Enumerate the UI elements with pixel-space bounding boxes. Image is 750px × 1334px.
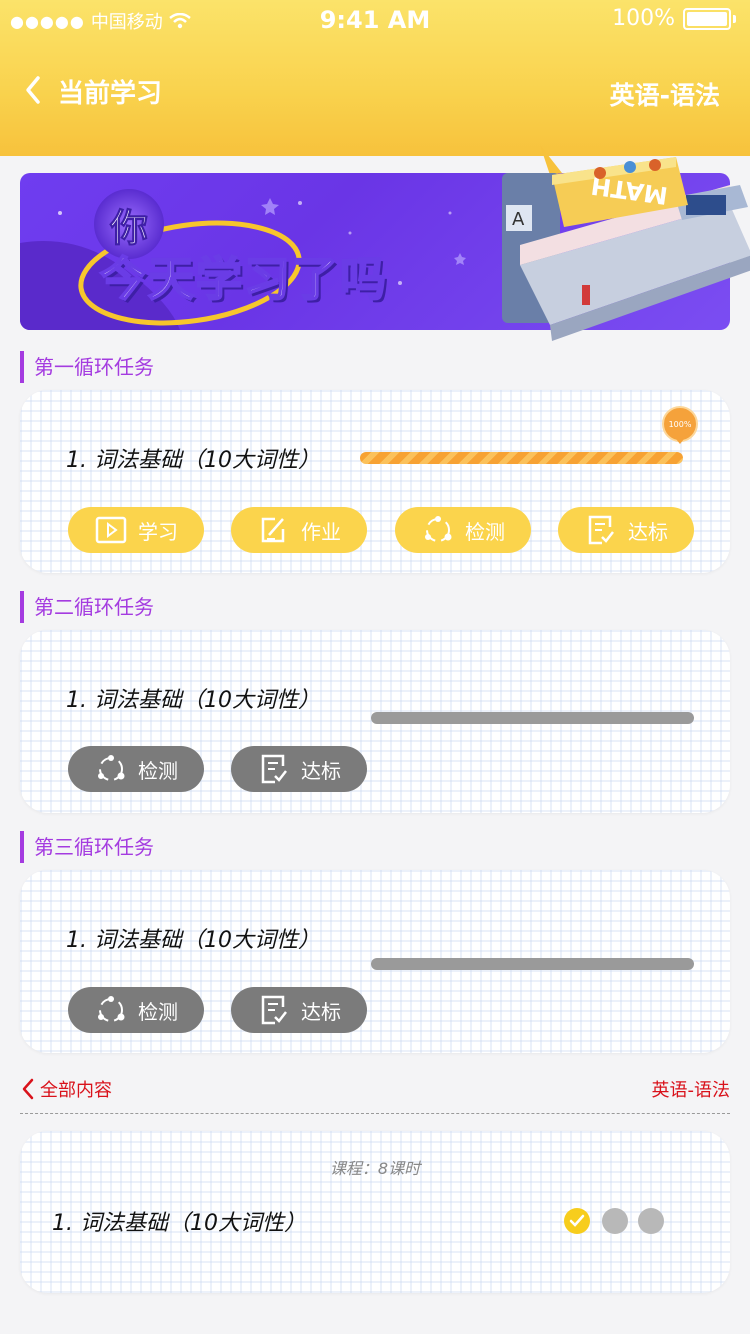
all-content-subject[interactable]: 英语-语法 (652, 1076, 731, 1102)
page-title: 当前学习 (58, 79, 163, 109)
study-button-label: 学习 (138, 519, 178, 544)
pass-button[interactable]: 达标 (558, 507, 694, 553)
checklist-icon (261, 995, 287, 1025)
subject-label[interactable]: 英语-语法 (610, 76, 720, 112)
battery-info: 100% (612, 6, 736, 31)
play-icon (95, 516, 127, 544)
promo-banner: 你 今天学习了吗 A MATH (20, 145, 750, 341)
cycle-test-icon (98, 996, 125, 1022)
status-pending-icon (602, 1208, 628, 1234)
progress-badge: 100% (662, 406, 698, 444)
progress-track (371, 712, 694, 724)
test-button[interactable]: 检测 (68, 746, 204, 792)
lesson-title[interactable]: 1. 词法基础（10大词性） (52, 1205, 306, 1237)
test-button[interactable]: 检测 (68, 987, 204, 1033)
test-button-label: 检测 (138, 999, 178, 1024)
status-bar: ●●●●● 中国移动 9:41 AM 100% (0, 0, 750, 42)
section-title-cycle-1: 第一循环任务 (20, 351, 154, 383)
study-button[interactable]: 学习 (68, 507, 204, 553)
banner-slogan: 今天学习了吗 (99, 251, 388, 307)
svg-text:A: A (512, 209, 525, 230)
course-card: 课程：8课时 1. 词法基础（10大词性） (20, 1131, 730, 1293)
pass-button-label: 达标 (628, 519, 668, 544)
battery-percent: 100% (612, 6, 675, 31)
task-card-cycle-1: 1. 词法基础（10大词性） 100% 学习 作业 检测 达标 (20, 390, 730, 573)
status-done-icon (564, 1208, 590, 1234)
back-chevron-icon (22, 1078, 34, 1100)
pass-button-label: 达标 (301, 999, 341, 1024)
test-button[interactable]: 检测 (395, 507, 531, 553)
section-title-cycle-2: 第二循环任务 (20, 591, 154, 623)
lesson-title[interactable]: 1. 词法基础（10大词性） (66, 922, 320, 954)
progress-bar (360, 452, 683, 464)
test-button-label: 检测 (465, 519, 505, 544)
header-bar: ●●●●● 中国移动 9:41 AM 100% 当前学习 英语-语法 (0, 0, 750, 156)
pass-button[interactable]: 达标 (231, 987, 367, 1033)
homework-button-label: 作业 (301, 519, 341, 544)
all-content-link[interactable]: 全部内容 (20, 1076, 112, 1102)
battery-icon (683, 7, 731, 30)
lesson-title[interactable]: 1. 词法基础（10大词性） (66, 682, 320, 714)
all-content-row: 全部内容 英语-语法 (20, 1076, 730, 1106)
cycle-test-icon (425, 516, 452, 542)
divider (20, 1113, 730, 1114)
task-card-cycle-3: 1. 词法基础（10大词性） 检测 达标 (20, 870, 730, 1053)
lesson-title[interactable]: 1. 词法基础（10大词性） (66, 442, 320, 474)
books-illustration: A MATH (502, 145, 750, 341)
test-button-label: 检测 (138, 758, 178, 783)
status-pending-icon (638, 1208, 664, 1234)
homework-button[interactable]: 作业 (231, 507, 367, 553)
checklist-icon (261, 754, 287, 784)
section-title-cycle-3: 第三循环任务 (20, 831, 154, 863)
back-chevron-icon[interactable] (22, 72, 58, 108)
nav-bar: 当前学习 英语-语法 (0, 68, 750, 112)
task-card-cycle-2: 1. 词法基础（10大词性） 检测 达标 (20, 630, 730, 813)
progress-track (371, 958, 694, 970)
checklist-icon (588, 515, 614, 545)
pass-button-label: 达标 (301, 758, 341, 783)
course-hours: 课程：8课时 (329, 1159, 421, 1178)
edit-icon (261, 517, 285, 543)
cycle-test-icon (98, 755, 125, 781)
all-content-label: 全部内容 (40, 1080, 112, 1101)
pass-button[interactable]: 达标 (231, 746, 367, 792)
